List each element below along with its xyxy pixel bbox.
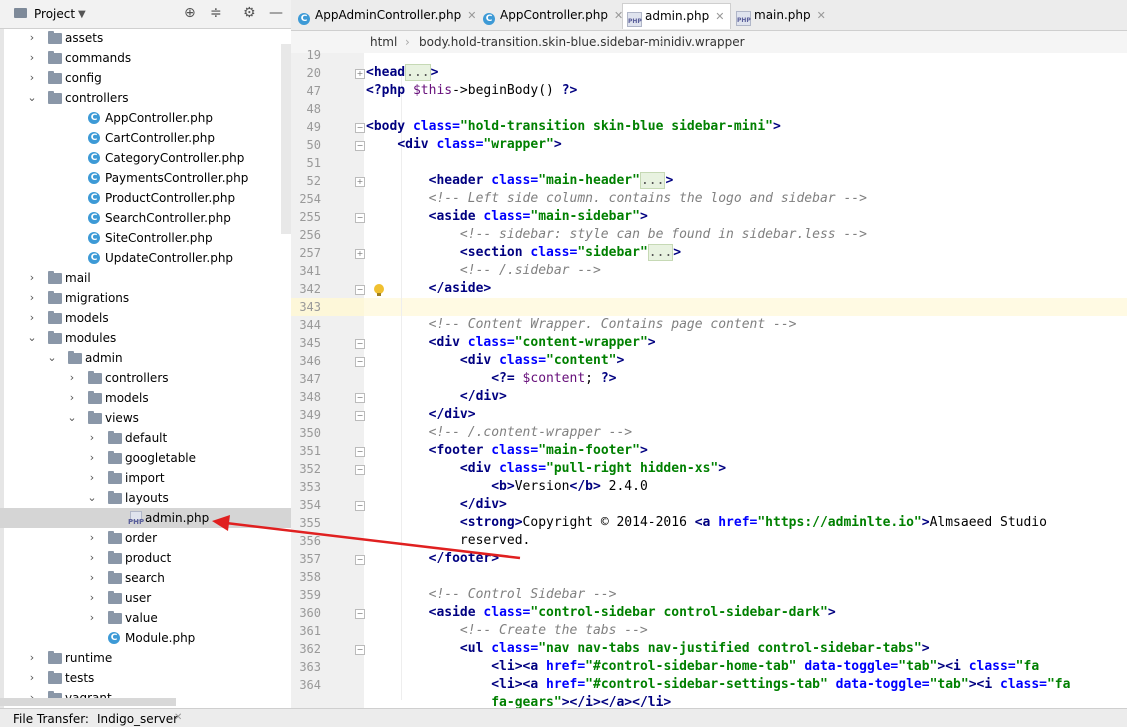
server-tab[interactable]: Indigo_server — [97, 712, 178, 726]
bottom-status-bar: File Transfer: Indigo_server ✕ — [0, 708, 1127, 727]
red-arrow-annotation — [212, 515, 521, 560]
close-icon[interactable]: ✕ — [174, 712, 182, 723]
file-transfer-label[interactable]: File Transfer: — [13, 712, 89, 726]
